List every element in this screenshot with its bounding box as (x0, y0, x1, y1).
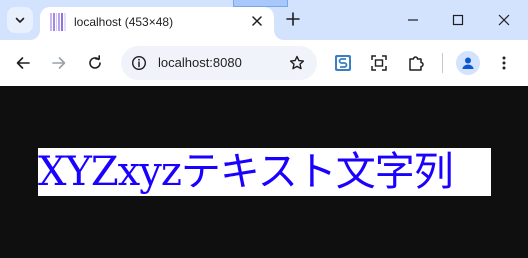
plus-icon (286, 12, 300, 26)
tab-close-button[interactable] (248, 12, 266, 30)
reload-icon (89, 55, 101, 69)
tab-active[interactable]: localhost (453×48) (40, 7, 274, 40)
maximize-icon (452, 14, 464, 26)
sample-text: XYZxyzテキスト文字列 (38, 148, 491, 196)
screenshot-button[interactable] (367, 51, 391, 75)
reload-button[interactable] (83, 51, 107, 75)
chevron-down-icon (15, 17, 25, 23)
bookmark-button[interactable] (287, 53, 307, 73)
tab-title: localhost (453×48) (74, 15, 174, 29)
s-extension-button[interactable] (331, 51, 355, 75)
site-info-button[interactable] (130, 54, 148, 72)
info-icon (131, 55, 147, 71)
back-button[interactable] (11, 51, 35, 75)
close-icon (498, 14, 510, 26)
arrow-right-icon (52, 57, 66, 69)
close-window-button[interactable] (491, 8, 517, 32)
extensions-button[interactable] (404, 51, 428, 75)
tab-strip: localhost (453×48) (0, 0, 528, 40)
toolbar-divider (442, 53, 443, 73)
address-bar[interactable]: localhost:8080 (121, 46, 317, 80)
puzzle-icon (409, 56, 424, 71)
new-tab-button[interactable] (283, 9, 303, 29)
person-icon (462, 57, 474, 69)
maximize-button[interactable] (445, 8, 471, 32)
page-favicon-icon (50, 13, 66, 31)
arrow-left-icon (16, 57, 30, 69)
browser-toolbar: localhost:8080 (0, 40, 528, 86)
browser-window: localhost (453×48) localhost:8080 XYZxyz… (0, 0, 528, 258)
url-text: localhost:8080 (158, 55, 242, 70)
star-icon (289, 55, 305, 70)
page-content: XYZxyzテキスト文字列 (0, 86, 528, 258)
kebab-menu-icon (502, 56, 506, 70)
menu-button[interactable] (492, 51, 516, 75)
forward-button[interactable] (47, 51, 71, 75)
minimize-icon (408, 19, 418, 21)
s-extension-icon (335, 55, 351, 71)
minimize-button[interactable] (400, 8, 426, 32)
tab-drag-highlight (233, 0, 288, 7)
screenshot-icon (371, 55, 387, 71)
close-icon (252, 16, 262, 26)
profile-button[interactable] (456, 51, 480, 75)
